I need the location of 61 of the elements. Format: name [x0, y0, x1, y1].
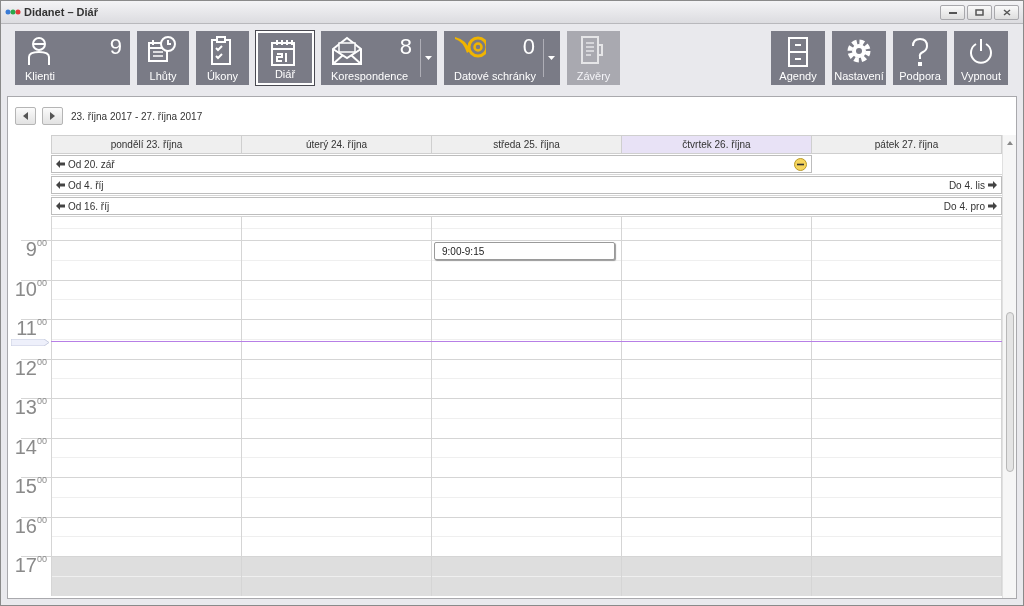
item-count: 9 [109, 36, 122, 58]
close-button[interactable] [994, 4, 1019, 20]
hour-label: 17$^{00}$ [14, 557, 47, 574]
toolbar-button[interactable]: Lhůty [137, 31, 189, 85]
calendar-event[interactable]: 9:00-9:15 [434, 242, 615, 260]
toolbar-button[interactable]: Agendy [771, 31, 825, 85]
all-day-event[interactable]: Od 4. říj Do 4. lis [51, 176, 1002, 194]
toolbar-button[interactable]: Klienti 9 [15, 31, 130, 85]
scrollbar-thumb[interactable] [1006, 312, 1014, 472]
right-triangle-icon [50, 112, 55, 120]
day-header: pondělí 23. října [51, 135, 242, 154]
event-start: Od 16. říj [68, 199, 110, 214]
left-arrow-icon [56, 181, 65, 189]
left-triangle-icon [23, 112, 28, 120]
hour-label: 10$^{00}$ [14, 280, 47, 298]
hour-label: 9$^{00}$ [25, 241, 47, 258]
left-arrow-icon [56, 202, 65, 210]
current-time-marker [11, 339, 49, 346]
app-logo-icon [5, 7, 21, 17]
item-count: 0 [522, 36, 535, 58]
next-button[interactable] [42, 107, 63, 125]
envelope-icon [331, 35, 363, 66]
toolbar-button[interactable]: Diář [256, 31, 314, 85]
all-day-event[interactable]: Od 20. zář [51, 155, 812, 173]
event-start: Od 4. říj [68, 178, 104, 193]
toolbar-button[interactable]: Vypnout [954, 31, 1008, 85]
toolbar-button[interactable]: Úkony [196, 31, 249, 85]
toolbar-button[interactable]: Korespondence 8 [321, 31, 420, 85]
hour-label: 14$^{00}$ [14, 438, 47, 456]
date-range: 23. října 2017 - 27. října 2017 [71, 109, 203, 124]
day-header: pátek 27. října [812, 135, 1002, 154]
minimize-button[interactable] [940, 4, 965, 20]
close-icon [1002, 8, 1011, 16]
hour-label: 12$^{00}$ [14, 359, 47, 377]
maximize-icon [975, 8, 984, 16]
caret-icon [425, 56, 432, 60]
hour-label: 13$^{00}$ [14, 399, 47, 416]
item-count: 8 [399, 36, 412, 58]
left-arrow-icon [56, 160, 65, 168]
toolbar-button[interactable]: Nastavení [832, 31, 886, 85]
day-header: čtvrtek 26. října [622, 135, 812, 154]
day-header: úterý 24. října [242, 135, 432, 154]
event-start: Od 20. zář [68, 157, 115, 172]
toolbar-button[interactable]: Podpora [893, 31, 947, 85]
event-end: Do 4. lis [948, 178, 985, 193]
hour-label: 16$^{00}$ [14, 517, 47, 535]
power-icon [967, 36, 995, 67]
toolbar-button[interactable]: Datové schránky 0 [444, 31, 543, 85]
day-header: středa 25. října [432, 135, 622, 154]
right-arrow-icon [988, 181, 997, 189]
event-end: Do 4. pro [943, 199, 985, 214]
hour-label: 15$^{00}$ [14, 478, 47, 495]
all-day-event[interactable]: Od 16. říj Do 4. pro [51, 197, 1002, 215]
hour-label: 11$^{00}$ [16, 320, 47, 337]
previous-button[interactable] [15, 107, 36, 125]
window-title: Didanet – Diář [24, 4, 98, 20]
caret-icon [548, 56, 555, 60]
scroll-up-icon[interactable] [1007, 141, 1013, 145]
maximize-button[interactable] [967, 4, 992, 20]
right-arrow-icon [988, 202, 997, 210]
minimize-icon [948, 10, 957, 14]
